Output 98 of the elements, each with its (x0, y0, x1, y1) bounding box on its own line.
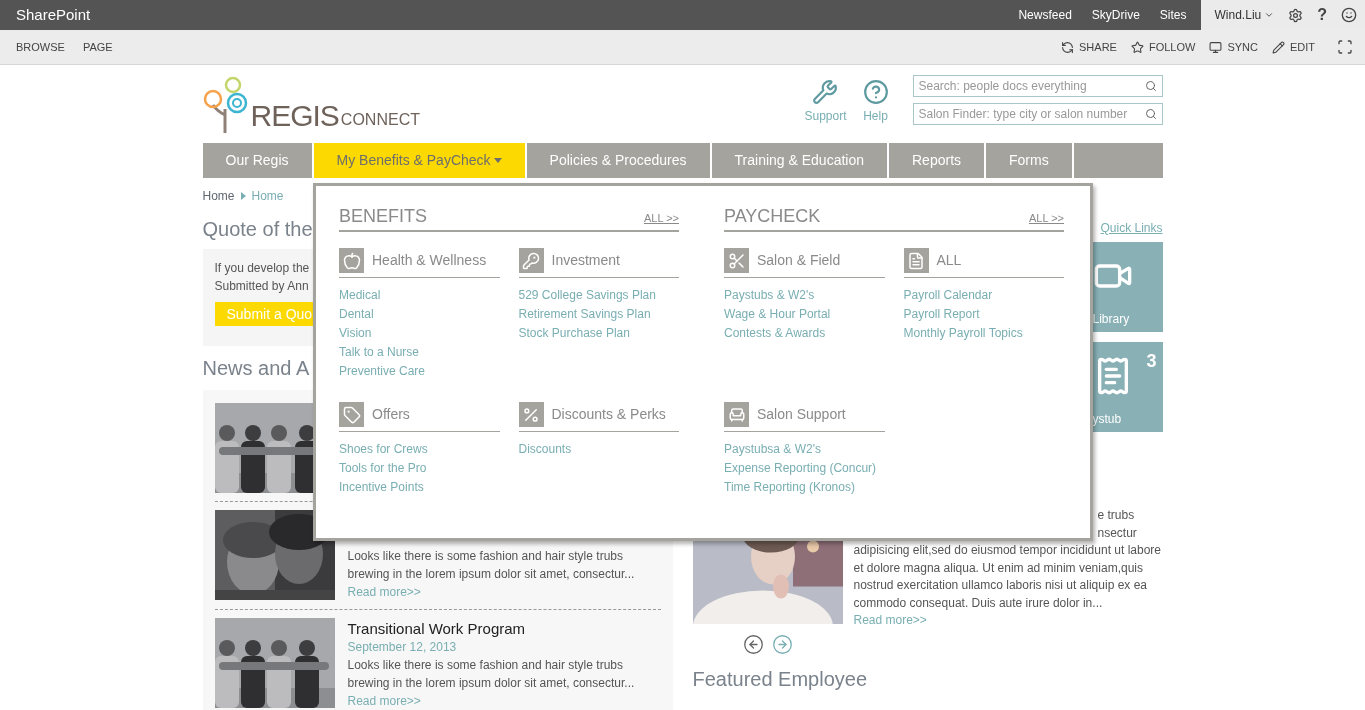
menu-group-title: Offers (372, 405, 410, 424)
menu-group-title: ALL (936, 251, 962, 270)
nav-tab[interactable]: My Benefits & PayCheck (313, 143, 525, 178)
settings-icon[interactable] (1288, 7, 1304, 23)
menu-link[interactable]: 529 College Savings Plan (518, 286, 656, 305)
user-menu[interactable]: Wind.Liu (1214, 6, 1275, 24)
menu-link[interactable]: Discounts (518, 440, 572, 459)
ribbon-action[interactable]: EDIT (1271, 38, 1315, 56)
caret-icon (1264, 10, 1275, 20)
nav-tab[interactable]: Reports (889, 143, 985, 178)
menu-section-title: BENEFITS (339, 206, 427, 226)
tag-icon (339, 402, 364, 427)
all-link[interactable]: ALL >> (643, 209, 679, 226)
read-more-link[interactable]: Read more>> (347, 692, 421, 710)
search-icon[interactable] (1144, 108, 1157, 120)
previous-icon[interactable] (742, 634, 764, 655)
featured-summary: adipisicing elit,sed do eiusmod tempor incididunt ut labore et dolore magna aliqua. Ut enim ad minim veniam,quis nostrud exercitation ullamco laboris nisi ut aliquip ex ea commodo consequat. Duis aute irure dolor in... (853, 542, 1162, 612)
app-title[interactable]: SharePoint (0, 3, 91, 27)
ribbon-tab[interactable]: PAGE (66, 38, 115, 56)
search-icon[interactable] (1144, 80, 1157, 92)
breadcrumb-arrow-icon (240, 192, 246, 200)
menu-group-title: Investment (551, 251, 620, 270)
quick-link-tile[interactable]: 3 ystub (1092, 342, 1163, 432)
quick-link-tile[interactable]: Library (1092, 242, 1163, 332)
utility-link[interactable]: Help (862, 79, 889, 125)
ribbon-action[interactable]: SYNC (1209, 38, 1258, 56)
menu-link[interactable]: Medical (339, 286, 381, 305)
wrench-icon (812, 79, 839, 105)
nav-tab[interactable]: Policies & Procedures (526, 143, 710, 178)
help-icon (862, 79, 889, 105)
menu-link[interactable]: Vision (339, 324, 372, 343)
menu-group-title: Salon & Field (757, 251, 841, 270)
utility-link[interactable]: Support (804, 79, 847, 125)
logo-drawing (202, 75, 249, 135)
fullscreen-icon[interactable] (1337, 39, 1353, 55)
menu-link[interactable]: Shoes for Crews (339, 440, 428, 459)
menu-link[interactable]: Talk to a Nurse (339, 343, 420, 362)
menu-group-title: Discounts & Perks (551, 405, 666, 424)
menu-link[interactable]: Monthly Payroll Topics (903, 324, 1023, 343)
notification-count: 3 (1146, 350, 1157, 373)
breadcrumb-link[interactable]: Home (202, 187, 235, 205)
breadcrumb-link[interactable]: Home (251, 187, 284, 205)
menu-link[interactable]: Retirement Savings Plan (518, 305, 651, 324)
menu-link[interactable]: Stock Purchase Plan (518, 324, 630, 343)
news-title[interactable]: Transitional Work Program (347, 620, 635, 638)
next-icon[interactable] (771, 634, 793, 655)
menu-link[interactable]: Dental (339, 305, 374, 324)
ribbon-action[interactable]: SHARE (1061, 38, 1117, 56)
quote-text: If you develop the Submitted by Ann (214, 260, 310, 295)
scissors-icon (724, 248, 749, 273)
top-link[interactable]: Newsfeed (1008, 6, 1082, 24)
nav-tab[interactable]: Training & Education (711, 143, 887, 178)
news-date: September 12, 2013 (347, 639, 458, 656)
menu-link[interactable]: Incentive Points (339, 478, 424, 497)
menu-link[interactable]: Preventive Care (339, 362, 426, 381)
all-link[interactable]: ALL >> (1028, 209, 1064, 226)
menu-section-title: PAYCHECK (724, 206, 821, 226)
logo-subtext: CONNECT (340, 112, 420, 128)
sync-icon (1209, 40, 1223, 54)
percent-icon (518, 402, 544, 427)
search-field[interactable]: Search: people docs everything (912, 75, 1163, 97)
section-heading: Featured Employee (692, 667, 868, 691)
menu-link[interactable]: Wage & Hour Portal (724, 305, 831, 324)
menu-link[interactable]: Payroll Report (903, 305, 980, 324)
news-summary: Looks like there is some fashion and hair style trubs brewing in the lorem ipsum dolor sit amet, consectur... (347, 548, 635, 583)
top-link[interactable]: Sites (1149, 6, 1197, 24)
pencil-icon (1271, 40, 1285, 54)
document-icon (903, 248, 929, 273)
nav-tab[interactable]: Forms (986, 143, 1072, 178)
menu-link[interactable]: Paystubs & W2's (724, 286, 815, 305)
menu-link[interactable]: Tools for the Pro (339, 459, 427, 478)
star-icon (1130, 40, 1144, 54)
logo-text: REGIS (250, 101, 339, 131)
smiley-icon[interactable] (1341, 7, 1357, 23)
featured-text-fragment: e trubs nsectur (1096, 507, 1138, 542)
menu-link[interactable]: Time Reporting (Kronos) (724, 478, 855, 497)
top-link[interactable]: SkyDrive (1081, 6, 1150, 24)
news-summary: Looks like there is some fashion and hair style trubs brewing in the lorem ipsum dolor sit amet, consectur... (347, 657, 635, 692)
section-heading: News and A (202, 356, 310, 380)
chair-icon (724, 402, 749, 427)
ribbon-action[interactable]: FOLLOW (1130, 38, 1196, 56)
share-icon (1061, 40, 1074, 54)
menu-group-title: Salon Support (757, 405, 846, 424)
apple-icon (339, 248, 364, 273)
menu-group-title: Health & Wellness (372, 251, 487, 270)
help-link[interactable]: ? (1317, 3, 1327, 27)
menu-link[interactable]: Expense Reporting (Concur) (724, 459, 877, 478)
section-heading: Quote of the (202, 217, 313, 241)
key-icon (518, 248, 544, 273)
quick-links-link[interactable]: Quick Links (1100, 219, 1163, 237)
nav-tab[interactable]: Our Regis (202, 143, 312, 178)
menu-link[interactable]: Paystubsa & W2's (724, 440, 821, 459)
search-field[interactable]: Salon Finder: type city or salon number (912, 103, 1163, 125)
menu-link[interactable]: Payroll Calendar (903, 286, 993, 305)
ribbon-tab[interactable]: BROWSE (0, 38, 67, 56)
read-more-link[interactable]: Read more>> (347, 583, 421, 601)
read-more-link[interactable]: Read more>> (853, 612, 927, 630)
menu-link[interactable]: Contests & Awards (724, 324, 826, 343)
